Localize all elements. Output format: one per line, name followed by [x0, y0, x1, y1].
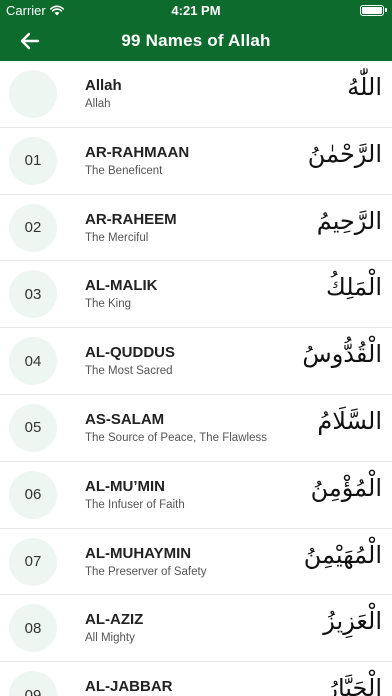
name-transliteration: Allah	[85, 77, 122, 94]
list-item[interactable]: Allah Allah اللّٰهُ	[0, 61, 392, 128]
list-item[interactable]: 05 AS-SALAM The Source of Peace, The Fla…	[0, 395, 392, 462]
names-list[interactable]: Allah Allah اللّٰهُ 01 AR-RAHMAAN The Be…	[0, 61, 392, 696]
name-transliteration: AL-AZIZ	[85, 611, 144, 629]
list-item[interactable]: 04 AL-QUDDUS The Most Sacred الْقُدُّوسُ	[0, 328, 392, 395]
status-bar: Carrier 4:21 PM	[0, 0, 392, 22]
name-meaning: The King	[85, 298, 132, 311]
number-badge: 03	[9, 270, 57, 319]
name-meaning: The Source of Peace, The Flawless	[85, 431, 267, 444]
name-arabic: الْمَلِكُ	[325, 273, 382, 302]
name-meaning: The Beneficent	[85, 164, 163, 177]
name-meaning: The Merciful	[85, 231, 149, 244]
nav-bar: 99 Names of Allah	[0, 22, 392, 61]
name-meaning: Allah	[85, 98, 111, 110]
list-item[interactable]: 01 AR-RAHMAAN The Beneficent الرَّحْمٰنُ	[0, 128, 392, 195]
number-badge: 06	[9, 470, 57, 519]
name-arabic: الرَّحْمٰنُ	[307, 139, 382, 168]
name-transliteration: AL-JABBAR	[85, 678, 173, 696]
app-header: Carrier 4:21 PM 99 Names of Allah	[0, 0, 392, 61]
name-arabic: الْمُهَيْمِنُ	[303, 540, 382, 569]
name-arabic: السَّلَامُ	[317, 406, 382, 435]
list-item[interactable]: 07 AL-MUHAYMIN The Preserver of Safety ا…	[0, 529, 392, 596]
name-meaning: The Infuser of Faith	[85, 498, 185, 511]
number-badge: 08	[9, 604, 57, 653]
list-item[interactable]: 09 AL-JABBAR الْجَبَّارُ	[0, 662, 392, 696]
name-transliteration: AL-MUHAYMIN	[85, 544, 192, 562]
name-meaning: The Most Sacred	[85, 365, 173, 378]
name-transliteration: AS-SALAM	[85, 410, 165, 428]
name-arabic: الْقُدُّوسُ	[302, 340, 382, 369]
name-transliteration: AL-QUDDUS	[85, 344, 175, 362]
number-badge	[9, 70, 57, 118]
list-item[interactable]: 03 AL-MALIK The King الْمَلِكُ	[0, 261, 392, 329]
name-arabic: الرَّحِيمُ	[316, 206, 382, 235]
number-badge: 04	[9, 337, 57, 386]
number-badge: 07	[9, 537, 57, 586]
battery-icon	[360, 5, 387, 16]
name-arabic: الْمُؤْمِنُ	[310, 473, 382, 502]
number-badge: 02	[9, 203, 57, 252]
number-badge: 05	[9, 403, 57, 452]
name-meaning: All Mighty	[85, 632, 135, 645]
number-badge: 01	[9, 136, 57, 185]
list-item[interactable]: 06 AL-MU’MIN The Infuser of Faith الْمُؤ…	[0, 462, 392, 529]
status-time: 4:21 PM	[171, 3, 221, 18]
number-badge: 09	[9, 671, 57, 696]
name-transliteration: AR-RAHMAAN	[85, 143, 190, 161]
list-item[interactable]: 02 AR-RAHEEM The Merciful الرَّحِيمُ	[0, 195, 392, 262]
page-title: 99 Names of Allah	[121, 31, 271, 50]
name-arabic: الْجَبَّارُ	[326, 674, 382, 696]
name-meaning: The Preserver of Safety	[85, 565, 207, 578]
name-transliteration: AL-MU’MIN	[85, 477, 165, 495]
name-transliteration: AR-RAHEEM	[85, 210, 177, 228]
name-transliteration: AL-MALIK	[85, 277, 158, 295]
name-arabic: الْعَزِيزُ	[323, 607, 382, 636]
name-arabic: اللّٰهُ	[347, 73, 382, 101]
list-item[interactable]: 08 AL-AZIZ All Mighty الْعَزِيزُ	[0, 595, 392, 663]
